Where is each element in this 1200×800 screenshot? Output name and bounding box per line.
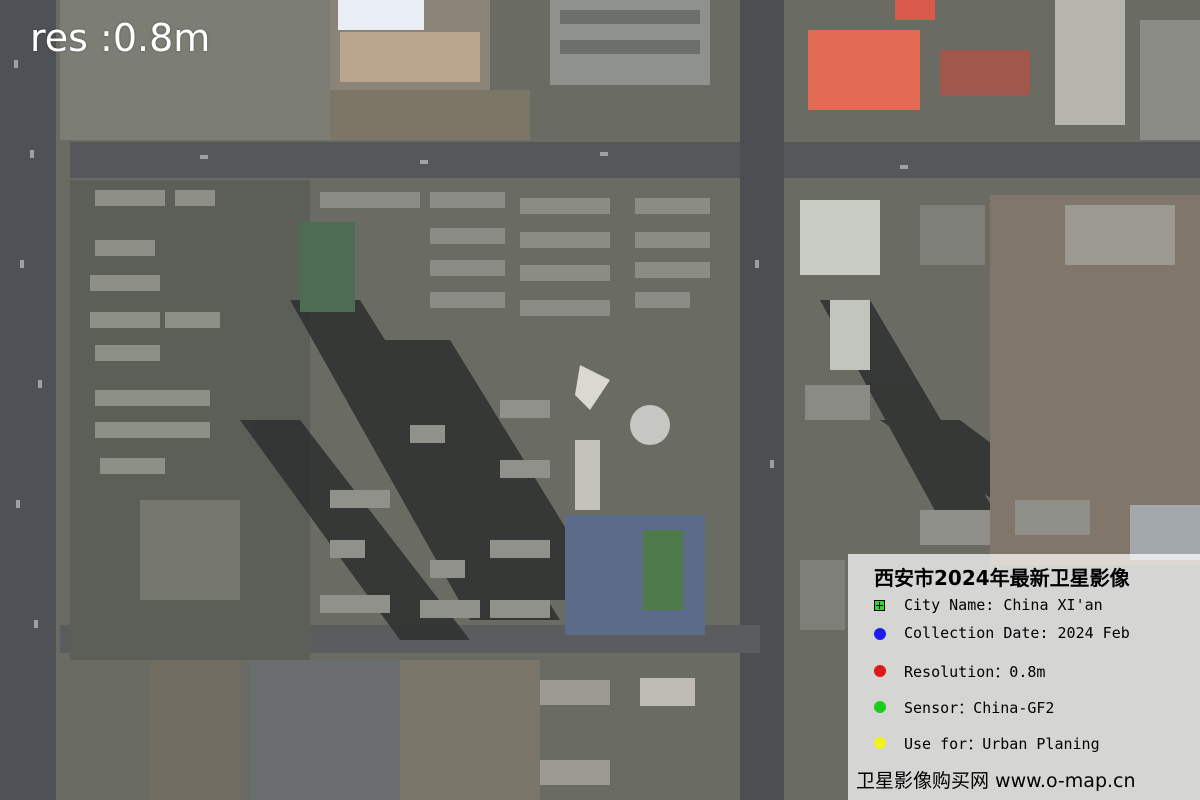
legend-row-use: Use for：Urban Planing: [874, 733, 1194, 755]
legend-row-text: Use for：Urban Planing: [904, 735, 1100, 753]
legend-row-text: Resolution：0.8m: [904, 663, 1046, 681]
legend-row-text: Collection Date: 2024 Feb: [904, 624, 1130, 642]
legend-row-date: Collection Date: 2024 Feb: [874, 624, 1194, 646]
blue-dot-icon: [874, 628, 886, 640]
city-marker-icon: [874, 600, 885, 611]
legend-row-city: City Name: China XI'an: [874, 596, 1194, 618]
legend-title: 西安市2024年最新卫星影像: [874, 566, 1130, 590]
resolution-overlay-label: res :0.8m: [30, 16, 211, 60]
legend-footer-website: 卫星影像购买网 www.o-map.cn: [856, 770, 1136, 792]
map-legend: 西安市2024年最新卫星影像 City Name: China XI'an Co…: [848, 554, 1200, 800]
yellow-dot-icon: [874, 737, 886, 749]
green-dot-icon: [874, 701, 886, 713]
legend-row-text: Sensor：China-GF2: [904, 699, 1055, 717]
legend-row-sensor: Sensor：China-GF2: [874, 697, 1194, 719]
legend-row-text: City Name: China XI'an: [904, 596, 1103, 614]
red-dot-icon: [874, 665, 886, 677]
legend-row-resolution: Resolution：0.8m: [874, 661, 1194, 683]
